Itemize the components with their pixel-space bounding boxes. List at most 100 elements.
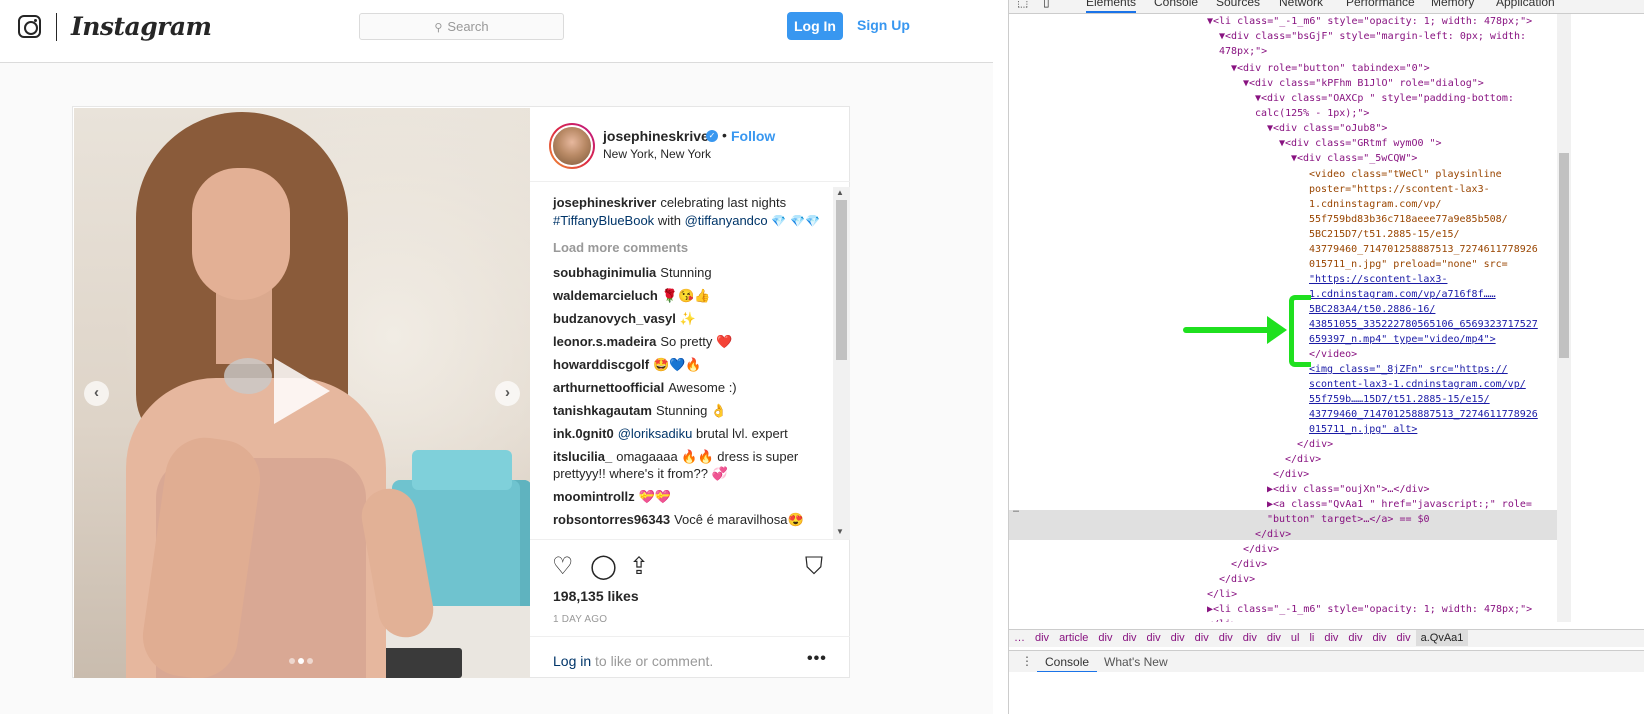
dom-line[interactable]: ▼<div class="GRtmf wymO0 ">: [1279, 136, 1442, 151]
dom-line[interactable]: ▶<div class="oujXn">…</div>: [1267, 482, 1430, 497]
play-icon[interactable]: [274, 358, 330, 424]
breadcrumb-item[interactable]: div: [1238, 630, 1262, 646]
dom-line[interactable]: ▼<li class="_-1_m6" style="opacity: 1; w…: [1207, 14, 1532, 29]
dom-line[interactable]: scontent-lax3-1.cdninstagram.com/vp/: [1309, 377, 1526, 392]
dom-line[interactable]: 015711_n.jpg" preload="none" src=: [1309, 257, 1508, 272]
breadcrumb-item[interactable]: li: [1304, 630, 1319, 646]
comment-username[interactable]: itslucilia_: [553, 449, 612, 464]
instagram-camera-icon[interactable]: [18, 15, 41, 38]
comment-username[interactable]: leonor.s.madeira: [553, 334, 656, 349]
dom-line[interactable]: 659397_n.mp4" type="video/mp4">: [1309, 332, 1496, 347]
likes-count[interactable]: 198,135 likes: [553, 588, 639, 604]
dom-line[interactable]: </div>: [1285, 452, 1321, 467]
drawer-tab-console[interactable]: Console: [1037, 651, 1098, 673]
comment-username[interactable]: howarddiscgolf: [553, 357, 649, 372]
dom-line[interactable]: ▼<div class="oJub8">: [1267, 121, 1387, 136]
comment-username[interactable]: budzanovych_vasyl: [553, 311, 676, 326]
dom-line[interactable]: ▼<div class="OAXCp " style="padding-bott…: [1255, 91, 1514, 106]
breadcrumb-item[interactable]: ul: [1286, 630, 1305, 646]
bookmark-icon[interactable]: ⛉: [805, 552, 823, 580]
dom-line[interactable]: 55f759bd83b36c718aeee77a9e85b508/: [1309, 212, 1508, 227]
drawer-tab-whats-new[interactable]: What's New: [1104, 655, 1168, 669]
login-link[interactable]: Log in: [553, 653, 591, 669]
comment-username[interactable]: waldemarcieluch: [553, 288, 658, 303]
drawer-console-body[interactable]: [1009, 672, 1644, 714]
breadcrumb-item[interactable]: div: [1262, 630, 1286, 646]
hashtag-link[interactable]: #TiffanyBlueBook: [553, 213, 654, 228]
tab-network[interactable]: Network: [1279, 0, 1323, 9]
dom-line[interactable]: </div>: [1297, 437, 1333, 452]
comment-bubble-icon[interactable]: ◯: [590, 552, 617, 580]
dom-line[interactable]: calc(125% - 1px);">: [1255, 106, 1369, 121]
dom-line[interactable]: "https://scontent-lax3-: [1309, 272, 1447, 287]
dom-tree-scroll-thumb[interactable]: [1559, 153, 1569, 358]
dom-line[interactable]: 478px;">: [1219, 44, 1267, 59]
dom-line[interactable]: </div>: [1231, 557, 1267, 572]
dom-line[interactable]: 5BC215D7/t51.2885-15/e15/: [1309, 227, 1460, 242]
dom-line[interactable]: ▶<a class="QvAa1 " href="javascript:;" r…: [1267, 497, 1532, 512]
post-timestamp[interactable]: 1 DAY AGO: [553, 614, 607, 625]
dom-line[interactable]: 015711_n.jpg" alt>: [1309, 422, 1417, 437]
dom-line[interactable]: 55f759b……15D7/t51.2885-15/e15/: [1309, 392, 1490, 407]
follow-button[interactable]: Follow: [731, 128, 775, 144]
comment-username[interactable]: soubhaginimulia: [553, 265, 656, 280]
breadcrumb-item[interactable]: div: [1319, 630, 1343, 646]
share-icon[interactable]: ⇪: [629, 552, 649, 580]
tab-memory[interactable]: Memory: [1431, 0, 1474, 9]
carousel-dot[interactable]: [289, 658, 295, 664]
tab-elements[interactable]: Elements: [1086, 0, 1137, 13]
signup-link[interactable]: Sign Up: [857, 17, 910, 33]
comment-username[interactable]: ink.0gnit0: [553, 426, 614, 441]
breadcrumb-item[interactable]: div: [1166, 630, 1190, 646]
dom-line[interactable]: ▼<div role="button" tabindex="0">: [1231, 61, 1430, 76]
dom-line[interactable]: "button" target>…</a> == $0: [1267, 512, 1430, 527]
dom-line[interactable]: poster="https://scontent-lax3-: [1309, 182, 1490, 197]
tab-application[interactable]: Application: [1496, 0, 1555, 9]
tab-sources[interactable]: Sources: [1216, 0, 1260, 9]
device-toolbar-icon[interactable]: ▯: [1043, 0, 1050, 9]
dom-line[interactable]: 1.cdninstagram.com/vp/: [1309, 197, 1441, 212]
post-username[interactable]: josephineskriver: [603, 128, 714, 144]
mention-link[interactable]: @tiffanyandco: [685, 213, 768, 228]
dom-line[interactable]: </div>: [1273, 467, 1309, 482]
dom-line[interactable]: <video class="tWeCl" playsinline: [1309, 167, 1502, 182]
scroll-down-icon[interactable]: ▼: [836, 527, 844, 536]
dom-tree[interactable]: … </li> ▼<li class="_-1_m6" style="opacity…: [1009, 14, 1644, 622]
search-input[interactable]: ⚲ Search: [359, 13, 564, 40]
breadcrumb-item[interactable]: div: [1214, 630, 1238, 646]
comments-list[interactable]: josephineskriver celebrating last nights …: [530, 182, 850, 538]
scroll-up-icon[interactable]: ▲: [836, 188, 844, 197]
dom-line[interactable]: 43779460_714701258887513_7274611778926: [1309, 407, 1538, 422]
tab-console[interactable]: Console: [1154, 0, 1198, 9]
login-button[interactable]: Log In: [787, 12, 843, 40]
comment-username[interactable]: arthurnettoofficial: [553, 380, 664, 395]
carousel-prev-button[interactable]: ‹: [84, 381, 109, 406]
breadcrumb-item[interactable]: div: [1343, 630, 1367, 646]
breadcrumb-item[interactable]: div: [1030, 630, 1054, 646]
carousel-dot[interactable]: [298, 658, 304, 664]
dom-line[interactable]: </div>: [1243, 542, 1279, 557]
dom-line[interactable]: ▼<div class="bsGjF" style="margin-left: …: [1219, 29, 1526, 44]
dom-line[interactable]: </div>: [1255, 527, 1291, 542]
dom-line[interactable]: </video>: [1309, 347, 1357, 362]
instagram-wordmark[interactable]: Instagram: [71, 12, 212, 41]
breadcrumb-item[interactable]: div: [1367, 630, 1391, 646]
tab-performance[interactable]: Performance: [1346, 0, 1415, 9]
dom-line[interactable]: </div>: [1219, 572, 1255, 587]
drawer-menu-icon[interactable]: ⋮: [1021, 654, 1033, 668]
comment-username[interactable]: robsontorres96343: [553, 512, 670, 527]
breadcrumb-item[interactable]: div: [1392, 630, 1416, 646]
dom-line[interactable]: ▼<div class="_5wCQW">: [1291, 151, 1417, 166]
comment-username[interactable]: moomintrollz: [553, 489, 635, 504]
like-heart-icon[interactable]: ♡: [552, 552, 574, 580]
dom-line[interactable]: 43779460_714701258887513_7274611778926: [1309, 242, 1538, 257]
breadcrumb-item[interactable]: div: [1142, 630, 1166, 646]
dom-line[interactable]: <img class="_8jZFn" src="https://: [1309, 362, 1508, 377]
breadcrumb-item[interactable]: div: [1190, 630, 1214, 646]
comment-username[interactable]: tanishkagautam: [553, 403, 652, 418]
load-more-comments-button[interactable]: Load more comments: [553, 236, 821, 259]
breadcrumb-item[interactable]: …: [1009, 630, 1030, 646]
post-location[interactable]: New York, New York: [603, 147, 711, 161]
carousel-dot[interactable]: [307, 658, 313, 664]
inspect-cursor-icon[interactable]: ⬚: [1017, 0, 1028, 9]
